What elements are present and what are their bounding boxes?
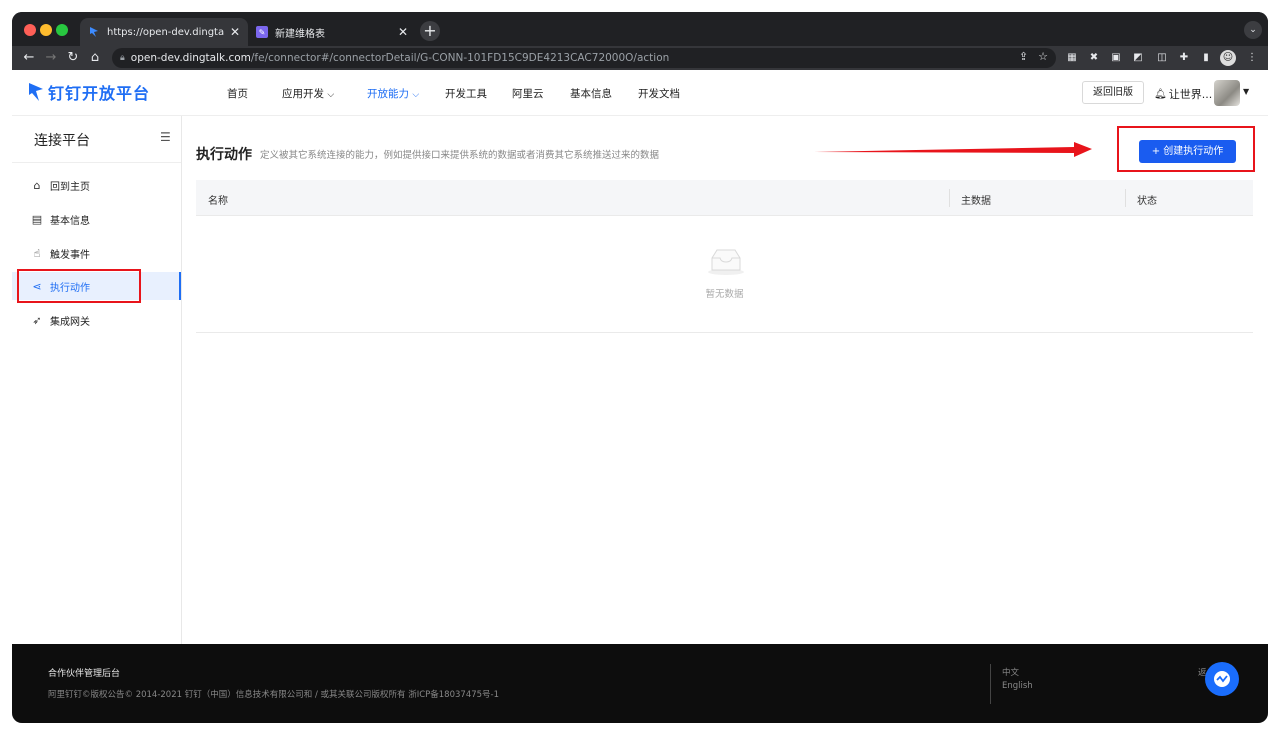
empty-text: 暂无数据 bbox=[705, 289, 744, 300]
tab-vika[interactable]: ✎ 新建维格表 ✕ bbox=[248, 18, 416, 46]
close-window-button[interactable] bbox=[24, 24, 36, 36]
back-arrow-icon[interactable]: ← bbox=[20, 49, 38, 67]
nav-dev-tools[interactable]: 开发工具 bbox=[445, 86, 487, 101]
footer-copyright: 阿里钉钉©版权公告© 2014-2021 钉钉（中国）信息技术有限公司和 / 或… bbox=[48, 690, 500, 700]
url-host: open-dev.dingtalk.com bbox=[130, 52, 251, 64]
dingtalk-logo-icon bbox=[29, 83, 43, 101]
column-header-status: 状态 bbox=[1137, 196, 1157, 207]
sidebar-item-gateway[interactable]: ➶ 集成网关 bbox=[12, 306, 181, 334]
tab-strip: https://open-dev.dingtalk.com/ ✕ ✎ 新建维格表… bbox=[12, 12, 1268, 46]
return-old-version-button[interactable]: 返回旧版 bbox=[1082, 81, 1144, 104]
bell-icon[interactable]: 🔔︎ bbox=[1154, 89, 1167, 100]
nav-aliyun[interactable]: 阿里云 bbox=[512, 86, 544, 101]
lock-icon: 🔒︎ bbox=[120, 53, 125, 63]
caret-down-icon[interactable]: ▼ bbox=[1243, 87, 1249, 96]
footer: 合作伙伴管理后台 阿里钉钉©版权公告© 2014-2021 钉钉（中国）信息技术… bbox=[12, 644, 1268, 723]
sidebar-item-label: 回到主页 bbox=[50, 181, 90, 193]
extension-icon[interactable]: ◩ bbox=[1130, 50, 1146, 66]
user-menu[interactable]: 🔔︎ 让世界... bbox=[1154, 86, 1212, 102]
puzzle-icon[interactable]: ✚ bbox=[1176, 50, 1192, 66]
sidebar: 连接平台 ☰ ⌂ 回到主页 ▤ 基本信息 ☝ 触发事件 ⋖ 执行动作 ➶ 集成网… bbox=[12, 116, 182, 644]
close-tab-icon[interactable]: ✕ bbox=[230, 25, 240, 39]
page-description: 定义被其它系统连接的能力，例如提供接口来提供系统的数据或者消费其它系统推送过来的… bbox=[260, 150, 660, 161]
extension-icon[interactable]: ◫ bbox=[1154, 50, 1170, 66]
tab-title: https://open-dev.dingtalk.com/ bbox=[107, 26, 224, 38]
close-tab-icon[interactable]: ✕ bbox=[398, 25, 408, 39]
sidebar-title: 连接平台 bbox=[34, 133, 90, 149]
collapse-menu-icon[interactable]: ☰ bbox=[160, 130, 171, 144]
empty-state: 暂无数据 bbox=[196, 216, 1253, 333]
extension-icon[interactable]: ✖ bbox=[1086, 50, 1102, 66]
language-chinese-link[interactable]: 中文 bbox=[1002, 666, 1019, 678]
sidebar-item-trigger-events[interactable]: ☝ 触发事件 bbox=[12, 239, 181, 267]
create-action-button[interactable]: + 创建执行动作 bbox=[1139, 140, 1236, 163]
vika-favicon-icon: ✎ bbox=[256, 26, 268, 38]
touch-icon: ☝ bbox=[33, 246, 41, 260]
forward-arrow-icon[interactable]: → bbox=[42, 49, 60, 67]
sidebar-item-home[interactable]: ⌂ 回到主页 bbox=[12, 171, 181, 199]
annotation-arrow bbox=[814, 142, 1092, 157]
tab-dingtalk[interactable]: https://open-dev.dingtalk.com/ ✕ bbox=[80, 18, 248, 46]
document-icon: ▤ bbox=[31, 212, 43, 226]
tab-title: 新建维格表 bbox=[275, 28, 325, 40]
tab-search-icon[interactable]: ⌄ bbox=[1244, 21, 1262, 39]
sidebar-item-label: 基本信息 bbox=[50, 215, 90, 227]
sidebar-icon[interactable]: ▮ bbox=[1198, 50, 1214, 66]
nav-app-dev-label: 应用开发 bbox=[282, 88, 324, 100]
top-header: 钉钉开放平台 首页 应用开发 ⌵ 开放能力 ⌵ 开发工具 阿里云 基本信息 开发… bbox=[12, 70, 1268, 116]
address-bar[interactable]: 🔒︎ open-dev.dingtalk.com /fe/connector#/… bbox=[112, 48, 1056, 68]
extension-icon[interactable]: ▦ bbox=[1064, 50, 1080, 66]
column-divider bbox=[1125, 189, 1126, 207]
dingtalk-logo[interactable]: 钉钉开放平台 bbox=[28, 80, 150, 104]
language-english-link[interactable]: English bbox=[1002, 681, 1033, 691]
page-title: 执行动作 bbox=[196, 147, 252, 163]
web-page: 钉钉开放平台 首页 应用开发 ⌵ 开放能力 ⌵ 开发工具 阿里云 基本信息 开发… bbox=[12, 70, 1268, 723]
footer-divider bbox=[990, 664, 991, 704]
minimize-window-button[interactable] bbox=[40, 24, 52, 36]
sidebar-item-label: 集成网关 bbox=[50, 316, 90, 328]
user-name: 让世界... bbox=[1168, 88, 1213, 101]
column-header-name: 名称 bbox=[208, 196, 228, 207]
home-icon[interactable]: ⌂ bbox=[86, 49, 104, 67]
nav-open-capability-label: 开放能力 bbox=[367, 88, 409, 100]
reload-icon[interactable]: ↻ bbox=[64, 49, 82, 67]
dingtalk-favicon-icon bbox=[88, 26, 100, 38]
share-icon[interactable]: ⇪ bbox=[1019, 50, 1028, 63]
extension-icon[interactable]: ▣ bbox=[1108, 50, 1124, 66]
assistant-icon bbox=[1214, 671, 1230, 687]
sidebar-item-basic-info[interactable]: ▤ 基本信息 bbox=[12, 205, 181, 233]
bookmark-star-icon[interactable]: ☆ bbox=[1038, 50, 1048, 63]
sidebar-item-label: 触发事件 bbox=[50, 249, 90, 261]
nav-open-capability[interactable]: 开放能力 ⌵ bbox=[367, 86, 419, 101]
nav-app-dev[interactable]: 应用开发 ⌵ bbox=[282, 86, 334, 101]
menu-kebab-icon[interactable]: ⋮ bbox=[1244, 50, 1260, 66]
maximize-window-button[interactable] bbox=[56, 24, 68, 36]
browser-toolbar: ← → ↻ ⌂ 🔒︎ open-dev.dingtalk.com /fe/con… bbox=[12, 46, 1268, 70]
nav-basic-info[interactable]: 基本信息 bbox=[570, 86, 612, 101]
table-header: 名称 主数据 状态 bbox=[196, 180, 1253, 216]
column-divider bbox=[949, 189, 950, 207]
floating-help-button[interactable] bbox=[1205, 662, 1239, 696]
rocket-icon: ➶ bbox=[32, 313, 42, 327]
annotation-highlight-box bbox=[17, 269, 141, 303]
nav-home[interactable]: 首页 bbox=[227, 86, 248, 101]
logo-text: 钉钉开放平台 bbox=[48, 84, 151, 103]
browser-window: https://open-dev.dingtalk.com/ ✕ ✎ 新建维格表… bbox=[12, 12, 1268, 723]
empty-inbox-icon bbox=[708, 249, 744, 275]
divider bbox=[12, 162, 181, 163]
new-tab-button[interactable]: + bbox=[420, 21, 440, 41]
url-path: /fe/connector#/connectorDetail/G-CONN-10… bbox=[250, 52, 670, 64]
nav-dev-docs[interactable]: 开发文档 bbox=[638, 86, 680, 101]
home-icon: ⌂ bbox=[33, 178, 41, 192]
column-header-master-data: 主数据 bbox=[961, 196, 991, 207]
chevron-down-icon: ⌵ bbox=[412, 90, 420, 100]
avatar[interactable] bbox=[1214, 80, 1240, 106]
chevron-down-icon: ⌵ bbox=[327, 90, 335, 100]
footer-title: 合作伙伴管理后台 bbox=[48, 669, 121, 679]
profile-avatar-icon[interactable]: ☺ bbox=[1220, 50, 1236, 66]
